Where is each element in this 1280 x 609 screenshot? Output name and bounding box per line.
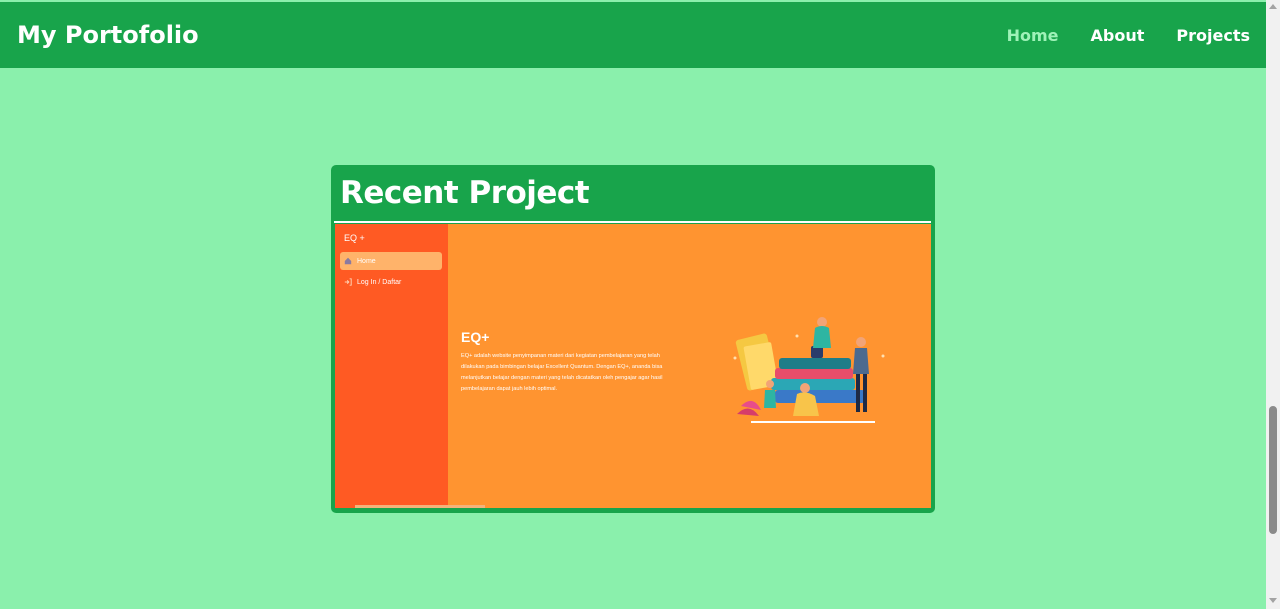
home-icon [344,257,352,265]
vertical-scrollbar[interactable] [1266,0,1280,609]
nav-links: Home About Projects [1007,26,1250,45]
screenshot-menu-login-label: Log In / Daftar [357,278,402,286]
scroll-down-icon[interactable] [1269,598,1277,603]
nav-link-about[interactable]: About [1091,26,1145,45]
students-with-books-illustration [733,317,885,423]
scroll-up-icon[interactable] [1269,4,1277,9]
screenshot-brand: EQ + [344,233,365,243]
screenshot-menu-login: Log In / Daftar [340,275,401,289]
nav-link-projects[interactable]: Projects [1176,26,1250,45]
screenshot-menu-home: Home [340,252,442,270]
nav-link-home[interactable]: Home [1007,26,1059,45]
card-title: Recent Project [340,175,590,211]
recent-project-card: Recent Project EQ + Home Log In / Daftar… [331,165,935,513]
page: My Portofolio Home About Projects Recent… [0,0,1266,609]
login-icon [344,278,352,286]
card-divider [334,221,931,223]
screenshot-heading: EQ+ [461,329,490,345]
screenshot-bottom-bar [355,505,485,508]
screenshot-sidebar: EQ + Home Log In / Daftar [335,224,448,508]
project-screenshot[interactable]: EQ + Home Log In / Daftar EQ+ EQ+ adalah… [335,224,931,508]
navbar: My Portofolio Home About Projects [0,2,1266,68]
scrollbar-thumb[interactable] [1269,406,1277,534]
screenshot-description: EQ+ adalah website penyimpanan materi da… [461,353,663,392]
brand-title[interactable]: My Portofolio [17,21,199,49]
screenshot-menu-home-label: Home [357,257,376,265]
